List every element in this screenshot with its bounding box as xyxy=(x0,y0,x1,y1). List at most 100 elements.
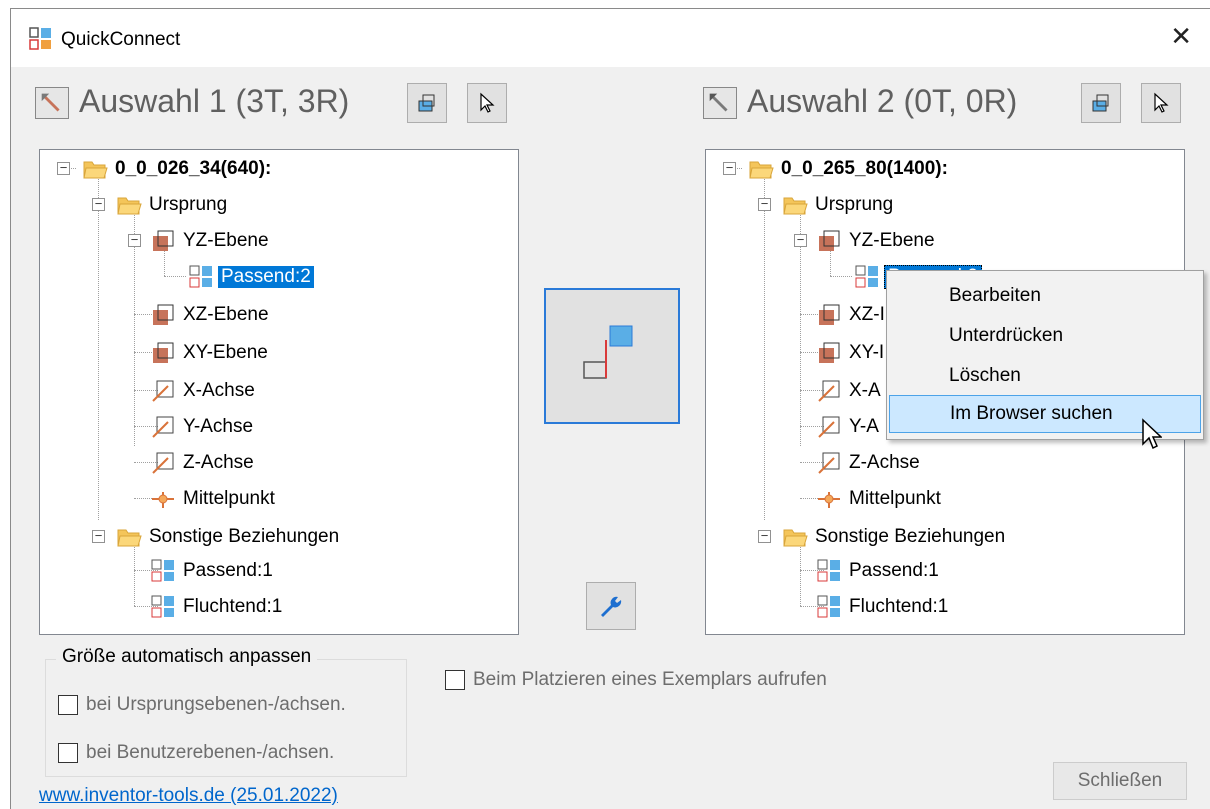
tree-item-label: Y-A xyxy=(849,416,879,437)
tree-root-label: 0_0_265_80(1400): xyxy=(781,158,948,179)
on-place-checkbox[interactable] xyxy=(445,670,465,690)
mouse-cursor-icon xyxy=(1142,418,1162,450)
tree-root[interactable]: 0_0_026_34(640): xyxy=(82,152,274,186)
pick-selection-1-icon[interactable] xyxy=(35,87,69,119)
right-part-button[interactable] xyxy=(1081,83,1121,123)
tree-item-x-achse[interactable]: X-Achse xyxy=(150,374,258,408)
tree-item-label: X-Achse xyxy=(183,380,255,401)
tree-line xyxy=(764,172,765,520)
tree-item-label: Sonstige Beziehungen xyxy=(149,526,340,547)
user-planes-checkbox-row[interactable]: bei Benutzerebenen-/achsen. xyxy=(58,742,334,764)
user-planes-label: bei Benutzerebenen-/achsen. xyxy=(86,742,335,763)
tree-item-label: Passend:1 xyxy=(183,560,273,581)
pick-selection-2-icon[interactable] xyxy=(703,87,737,119)
collapse-root-icon[interactable]: − xyxy=(723,161,736,175)
menu-item-unterdruecken[interactable]: Unterdrücken xyxy=(889,317,1201,355)
collapse-sonstige-icon[interactable]: − xyxy=(92,529,105,543)
tree-item-yz-ebene[interactable]: YZ-Ebene xyxy=(150,224,272,258)
tree-item-xy-ebene[interactable]: XY-Ebene xyxy=(150,336,271,370)
user-planes-checkbox[interactable] xyxy=(58,743,78,763)
menu-item-bearbeiten[interactable]: Bearbeiten xyxy=(889,277,1201,315)
folder-open-icon xyxy=(749,161,774,179)
tree-item-y-achse[interactable]: Y-A xyxy=(816,410,882,444)
origin-planes-checkbox-row[interactable]: bei Ursprungsebenen-/achsen. xyxy=(58,694,346,716)
tree-item-yz-ebene[interactable]: YZ-Ebene xyxy=(816,224,938,258)
tree-item-z-achse[interactable]: Z-Achse xyxy=(816,446,923,480)
close-icon[interactable]: ✕ xyxy=(1170,21,1192,52)
tree-item-passend-1[interactable]: Passend:1 xyxy=(150,554,276,588)
tree-item-label: Mittelpunkt xyxy=(849,488,941,509)
left-part-button[interactable] xyxy=(407,83,447,123)
collapse-ursprung-icon[interactable]: − xyxy=(92,197,105,211)
tree-item-label: Ursprung xyxy=(149,194,228,215)
collapse-yz-icon[interactable]: − xyxy=(128,233,141,247)
tree-item-ursprung[interactable]: Ursprung xyxy=(782,188,896,222)
quickconnect-app-icon xyxy=(29,27,51,50)
wrench-icon xyxy=(601,596,622,617)
tree-item-sonstige[interactable]: Sonstige Beziehungen xyxy=(782,520,1008,554)
origin-planes-checkbox[interactable] xyxy=(58,695,78,715)
work-axis-icon xyxy=(152,452,174,474)
flush-constraint-icon xyxy=(817,595,840,618)
work-plane-icon xyxy=(153,342,174,363)
right-pointer-button[interactable] xyxy=(1141,83,1181,123)
work-axis-icon xyxy=(818,416,840,438)
auto-size-group-title: Größe automatisch anpassen xyxy=(56,646,318,668)
tree-item-passend-1[interactable]: Passend:1 xyxy=(816,554,942,588)
tree-item-label: Ursprung xyxy=(815,194,894,215)
tree-item-sonstige[interactable]: Sonstige Beziehungen xyxy=(116,520,342,554)
tree-item-xz-ebene[interactable]: XZ-I xyxy=(816,298,888,332)
center-point-icon xyxy=(152,492,174,508)
on-place-label: Beim Platzieren eines Exemplars aufrufen xyxy=(473,669,827,690)
tree-line xyxy=(830,276,852,277)
folder-open-icon xyxy=(117,529,142,547)
tree-item-mittelpunkt[interactable]: Mittelpunkt xyxy=(816,482,944,516)
collapse-yz-icon[interactable]: − xyxy=(794,233,807,247)
origin-planes-label: bei Ursprungsebenen-/achsen. xyxy=(86,694,346,715)
tree-item-label: Passend:1 xyxy=(849,560,939,581)
flush-constraint-icon xyxy=(151,595,174,618)
on-place-checkbox-row[interactable]: Beim Platzieren eines Exemplars aufrufen xyxy=(445,669,827,691)
website-link[interactable]: www.inventor-tools.de (25.01.2022) xyxy=(39,785,338,807)
desktop-background xyxy=(0,0,10,809)
tree-root[interactable]: 0_0_265_80(1400): xyxy=(748,152,951,186)
context-menu: Bearbeiten Unterdrücken Löschen Im Brows… xyxy=(886,270,1204,440)
tree-line xyxy=(98,172,99,520)
left-pointer-button[interactable] xyxy=(467,83,507,123)
selection-1-title: Auswahl 1 (3T, 3R) xyxy=(79,83,350,119)
tree-item-fluchtend-1[interactable]: Fluchtend:1 xyxy=(150,590,285,624)
collapse-ursprung-icon[interactable]: − xyxy=(758,197,771,211)
tree-item-xy-ebene[interactable]: XY-I xyxy=(816,336,887,370)
tree-item-xz-ebene[interactable]: XZ-Ebene xyxy=(150,298,272,332)
folder-open-icon xyxy=(783,529,808,547)
tree-item-mittelpunkt[interactable]: Mittelpunkt xyxy=(150,482,278,516)
tree-item-ursprung[interactable]: Ursprung xyxy=(116,188,230,222)
collapse-sonstige-icon[interactable]: − xyxy=(758,529,771,543)
tree-item-y-achse[interactable]: Y-Achse xyxy=(150,410,256,444)
part-icon xyxy=(418,94,435,112)
collapse-root-icon[interactable]: − xyxy=(57,161,70,175)
tree-item-label: Y-Achse xyxy=(183,416,254,437)
tree-item-label: Fluchtend:1 xyxy=(183,596,283,617)
work-axis-icon xyxy=(152,380,174,402)
work-axis-icon xyxy=(152,416,174,438)
cursor-icon xyxy=(480,92,495,113)
connect-button[interactable] xyxy=(544,288,680,424)
tree-item-label: YZ-Ebene xyxy=(849,230,935,251)
menu-item-label: Bearbeiten xyxy=(949,285,1041,306)
auto-size-group: Größe automatisch anpassen bei Ursprungs… xyxy=(45,646,407,777)
mate-constraint-icon xyxy=(151,559,174,582)
close-button[interactable]: Schließen xyxy=(1053,762,1187,800)
selection-2-title: Auswahl 2 (0T, 0R) xyxy=(747,83,1018,119)
mate-constraint-icon xyxy=(817,559,840,582)
menu-item-label: Löschen xyxy=(949,365,1021,386)
tree-item-passend-2[interactable]: Passend:2 xyxy=(188,260,314,294)
tree-item-fluchtend-1[interactable]: Fluchtend:1 xyxy=(816,590,951,624)
tree-item-z-achse[interactable]: Z-Achse xyxy=(150,446,257,480)
tree-item-label: X-A xyxy=(849,380,881,401)
tree-item-x-achse[interactable]: X-A xyxy=(816,374,884,408)
menu-item-loeschen[interactable]: Löschen xyxy=(889,357,1201,395)
selection-1-tree[interactable]: − 0_0_026_34(640): − Ursprung − YZ-Ebene… xyxy=(39,149,519,635)
settings-button[interactable] xyxy=(586,582,636,630)
tree-item-label: XY-I xyxy=(849,342,885,363)
